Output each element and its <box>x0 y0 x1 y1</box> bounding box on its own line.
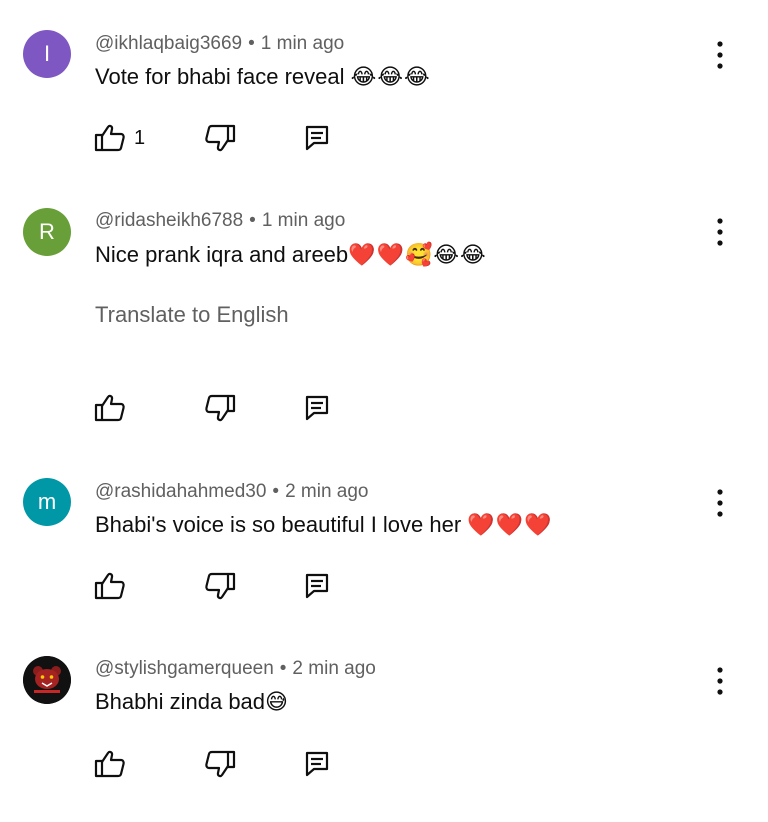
comment-text: Bhabi's voice is so beautiful I love her… <box>95 512 552 538</box>
avatar-letter: m <box>37 489 57 514</box>
reply-comment-icon <box>305 751 329 777</box>
more-vertical-icon[interactable] <box>708 215 732 249</box>
comment-body: Bhabi's voice is so beautiful I love her <box>95 512 468 537</box>
comment-author[interactable]: @ridasheikh6788 <box>95 210 243 231</box>
comment-author[interactable]: @rashidahahmed30 <box>95 481 266 502</box>
avatar-letter: R <box>39 219 55 244</box>
comment-emoji: ❤️❤️❤️ <box>467 512 553 537</box>
avatar[interactable]: R <box>23 208 71 256</box>
thumb-up-icon <box>94 394 125 422</box>
reply-comment-icon <box>305 573 329 599</box>
more-vertical-icon[interactable] <box>708 38 732 72</box>
meta-separator: • <box>248 33 255 54</box>
comment-author[interactable]: @ikhlaqbaig3669 <box>95 33 242 54</box>
meta-separator: • <box>272 481 280 502</box>
comment-actions: 1 <box>90 121 350 155</box>
dislike-button[interactable] <box>204 121 236 155</box>
comment-meta: @rashidahahmed30 • 2 min ago <box>95 481 369 503</box>
comment-text: Bhabhi zinda bad😅 <box>95 689 289 715</box>
reply-button[interactable] <box>304 569 330 603</box>
comment-meta: @ikhlaqbaig3669 • 1 min ago <box>95 33 344 55</box>
like-button[interactable] <box>94 391 134 425</box>
comment-meta: @ridasheikh6788 • 1 min ago <box>95 210 345 232</box>
comment-body: Bhabhi zinda bad <box>95 689 266 714</box>
comment-emoji: 😅 <box>265 689 289 714</box>
translate-link[interactable]: Translate to English <box>95 302 289 328</box>
comment-time: 2 min ago <box>285 481 369 502</box>
comment-emoji: ❤️❤️🥰😂😂 <box>348 242 487 267</box>
bear-logo-icon <box>23 656 71 704</box>
more-vertical-icon[interactable] <box>708 664 732 698</box>
comment-time: 1 min ago <box>261 210 346 231</box>
meta-separator: • <box>279 658 287 679</box>
thumb-down-icon <box>205 124 236 152</box>
like-count: 1 <box>134 126 146 149</box>
avatar[interactable]: I <box>23 30 71 78</box>
comment-emoji: 😂😂😂 <box>350 64 431 89</box>
like-button[interactable] <box>94 569 134 603</box>
comment-time: 2 min ago <box>292 658 376 679</box>
reply-comment-icon <box>305 125 329 151</box>
thumb-down-icon <box>205 394 236 422</box>
thumb-up-icon <box>94 750 125 778</box>
reply-button[interactable] <box>304 391 330 425</box>
like-button[interactable]: 1 <box>94 121 145 155</box>
thumb-down-icon <box>205 750 236 778</box>
reply-button[interactable] <box>304 747 330 781</box>
dislike-button[interactable] <box>204 569 236 603</box>
comment-time: 1 min ago <box>260 33 345 54</box>
like-button[interactable] <box>94 747 134 781</box>
comment-text: Vote for bhabi face reveal 😂😂😂 <box>95 64 431 90</box>
dislike-button[interactable] <box>204 391 236 425</box>
comment-meta: @stylishgamerqueen • 2 min ago <box>95 658 376 680</box>
thumb-up-icon <box>94 572 125 600</box>
comment-author[interactable]: @stylishgamerqueen <box>95 658 274 679</box>
comment-body: Vote for bhabi face reveal <box>95 64 351 89</box>
avatar-letter: I <box>43 41 51 66</box>
more-vertical-icon[interactable] <box>708 486 732 520</box>
comment-text: Nice prank iqra and areeb❤️❤️🥰😂😂 <box>95 242 487 268</box>
comment-actions <box>90 569 350 603</box>
avatar[interactable]: m <box>23 478 71 526</box>
dislike-button[interactable] <box>204 747 236 781</box>
meta-separator: • <box>249 210 256 231</box>
comment-actions <box>90 747 350 781</box>
comment-actions <box>90 391 350 425</box>
thumb-down-icon <box>205 572 236 600</box>
thumb-up-icon <box>94 124 125 152</box>
avatar[interactable] <box>23 656 71 704</box>
comment-body: Nice prank iqra and areeb <box>95 242 349 267</box>
reply-comment-icon <box>305 395 329 421</box>
reply-button[interactable] <box>304 121 330 155</box>
